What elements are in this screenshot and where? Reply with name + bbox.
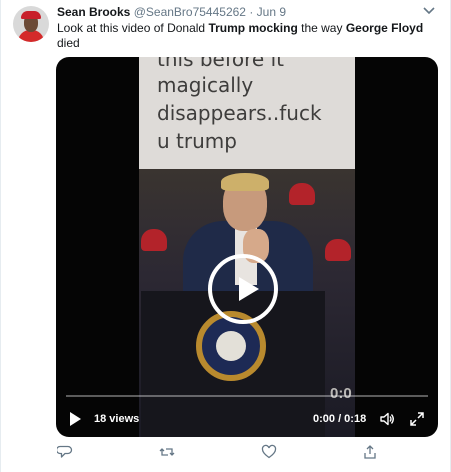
video-player[interactable]: this before it magically disappears..fuc… xyxy=(56,57,438,437)
video-controls: 18 views 0:00 / 0:18 xyxy=(56,405,438,433)
avatar-cap xyxy=(21,11,41,19)
play-triangle xyxy=(239,277,259,301)
tweet-header: Sean Brooks @SeanBro75445262 · Jun 9 xyxy=(57,5,286,20)
view-count: 18 views xyxy=(94,413,140,425)
heart-icon[interactable] xyxy=(261,444,277,460)
video-caption-line: this before it xyxy=(157,57,284,71)
video-caption-box: this before it magically disappears..fuc… xyxy=(139,57,355,169)
play-icon[interactable] xyxy=(208,254,278,324)
video-frame: this before it magically disappears..fuc… xyxy=(139,57,355,437)
avatar[interactable] xyxy=(13,6,49,42)
speaker-hair xyxy=(221,173,269,191)
tweet-text: Look at this video of Donald Trump mocki… xyxy=(57,21,437,51)
crowd-hat xyxy=(289,183,315,205)
share-icon[interactable] xyxy=(362,444,378,460)
video-caption-line: magically xyxy=(157,73,254,97)
video-caption-line: disappears..fuck xyxy=(157,101,322,125)
frame-counter: 0:0 xyxy=(330,385,352,402)
tweet-actions xyxy=(57,444,387,462)
progress-bar[interactable] xyxy=(66,395,428,397)
tweet-text-part: the way xyxy=(297,21,346,35)
video-time: 0:00 / 0:18 xyxy=(313,413,367,425)
tweet-text-part-bold[interactable]: George Floyd xyxy=(346,21,423,35)
volume-icon[interactable] xyxy=(379,411,395,427)
fullscreen-icon[interactable] xyxy=(409,411,425,427)
video-caption-line: u trump xyxy=(157,129,237,153)
tweet-text-part: Look at this video of Donald xyxy=(57,21,209,35)
retweet-icon[interactable] xyxy=(159,444,175,460)
reply-icon[interactable] xyxy=(57,444,73,460)
meta-separator: · xyxy=(245,5,257,19)
tweet: Sean Brooks @SeanBro75445262 · Jun 9 Loo… xyxy=(0,0,451,472)
tweet-date[interactable]: Jun 9 xyxy=(257,5,286,19)
seal-center xyxy=(216,331,246,361)
author-name[interactable]: Sean Brooks xyxy=(57,5,130,19)
crowd-hat xyxy=(325,239,351,261)
chevron-down-icon[interactable] xyxy=(422,6,436,16)
crowd-hat xyxy=(141,229,167,251)
author-handle[interactable]: @SeanBro75445262 xyxy=(134,5,246,19)
tweet-text-part-bold[interactable]: Trump mocking xyxy=(208,21,297,35)
play-icon[interactable] xyxy=(70,412,81,426)
tweet-text-part: died xyxy=(57,36,80,50)
